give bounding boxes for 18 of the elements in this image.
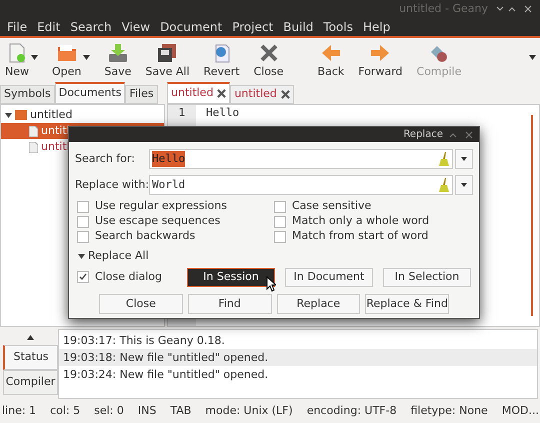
status-item: filetype: None: [410, 402, 488, 419]
dialog-title: Replace: [403, 128, 443, 142]
window-title: untitled - Geany: [399, 0, 488, 17]
status-item: col: 5: [50, 402, 80, 419]
status-item: MOD...: [502, 402, 539, 419]
field-label: Replace with:: [75, 176, 149, 193]
status-item: mode: Unix (LF): [205, 402, 293, 419]
log-line: 19:03:17: This is Geany 0.18.: [62, 333, 226, 349]
status-item: encoding: UTF-8: [306, 402, 397, 419]
line-number: 1: [178, 105, 186, 121]
status-item: TAB: [170, 402, 192, 419]
section-label: Replace All: [88, 248, 149, 264]
code-line: Hello: [206, 105, 240, 121]
status-item: line: 1: [2, 402, 36, 419]
status-item: sel: 0: [94, 402, 124, 419]
field-label: Search for:: [75, 150, 136, 167]
log-line: 19:03:24: New file "untitled" opened.: [62, 367, 270, 383]
status-item: INS: [138, 402, 156, 419]
